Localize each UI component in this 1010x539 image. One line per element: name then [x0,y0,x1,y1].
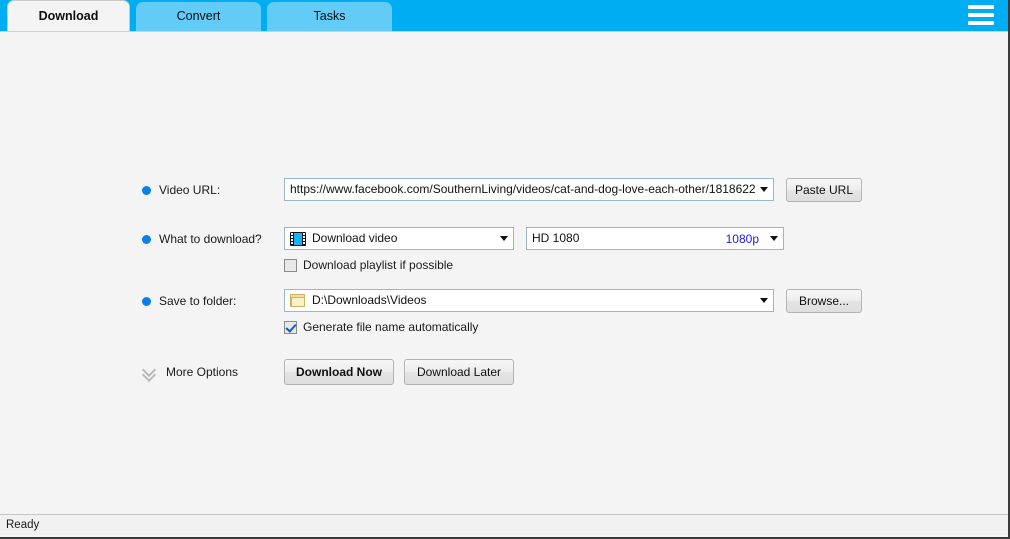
chevron-down-icon [770,236,778,241]
video-url-label-cell: Video URL: [142,178,284,202]
tab-convert-label: Convert [177,9,221,23]
quality-badge: 1080p [726,232,759,246]
paste-url-button[interactable]: Paste URL [786,178,862,202]
save-to-folder-dropdown-arrow[interactable] [755,290,773,311]
chevron-down-icon [500,236,508,241]
download-kind-dropdown-arrow[interactable] [495,228,513,249]
save-to-folder-label: Save to folder: [159,294,236,308]
download-playlist-checkbox[interactable] [284,259,297,272]
more-options-toggle[interactable]: More Options [142,359,284,385]
video-url-label: Video URL: [159,183,220,197]
more-options-label: More Options [166,365,238,379]
hamburger-bar-2 [968,13,994,17]
application-window: Download Convert Tasks Video URL: https:… [0,0,1010,539]
tab-download-label: Download [39,9,99,23]
hamburger-menu-icon[interactable] [968,5,994,25]
download-form: Video URL: https://www.facebook.com/Sout… [142,178,862,385]
video-url-row: Video URL: https://www.facebook.com/Sout… [142,178,862,202]
status-bar: Ready [0,514,1008,535]
bullet-icon [142,297,151,306]
chevron-down-icon [760,187,768,192]
download-playlist-checkbox-row[interactable]: Download playlist if possible [284,255,862,275]
download-playlist-label: Download playlist if possible [303,258,453,272]
download-kind-select[interactable]: Download video [284,227,514,250]
hamburger-bar-1 [968,5,994,9]
download-later-button[interactable]: Download Later [404,359,514,385]
tab-tasks-label: Tasks [314,9,346,23]
actions-row: More Options Download Now Download Later [142,359,862,385]
video-url-dropdown-arrow[interactable] [755,179,773,200]
download-panel: Video URL: https://www.facebook.com/Sout… [0,31,1008,516]
browse-button[interactable]: Browse... [786,289,862,313]
folder-icon [290,294,306,307]
hamburger-bar-3 [968,21,994,25]
what-to-download-row: What to download? [142,227,862,251]
tab-bar: Download Convert Tasks [0,0,1008,31]
quality-dropdown-arrow[interactable] [765,228,783,249]
save-to-folder-label-cell: Save to folder: [142,289,284,313]
generate-file-name-checkbox-row[interactable]: Generate file name automatically [284,317,862,337]
what-to-download-label-cell: What to download? [142,227,284,251]
film-strip-icon [290,232,306,246]
download-kind-value: Download video [312,228,495,249]
quality-value: HD 1080 [532,228,726,249]
action-buttons: Download Now Download Later [284,359,514,385]
tab-convert[interactable]: Convert [136,2,261,31]
bullet-icon [142,186,151,195]
generate-file-name-checkbox[interactable] [284,321,297,334]
double-chevron-down-icon [142,364,158,380]
status-text: Ready [6,519,39,531]
download-now-button[interactable]: Download Now [284,359,394,385]
save-to-folder-value: D:\Downloads\Videos [312,290,755,311]
video-url-input[interactable]: https://www.facebook.com/SouthernLiving/… [284,178,774,201]
bullet-icon [142,235,151,244]
generate-file-name-label: Generate file name automatically [303,320,478,334]
tab-tasks[interactable]: Tasks [267,2,392,31]
film-reel [294,233,302,245]
chevron-down-icon [760,298,768,303]
save-to-folder-input[interactable]: D:\Downloads\Videos [284,289,774,312]
video-url-value: https://www.facebook.com/SouthernLiving/… [290,179,755,200]
quality-select[interactable]: HD 1080 1080p [526,227,784,250]
save-to-folder-row: Save to folder: D:\Downloads\Videos Brow… [142,289,862,313]
what-to-download-label: What to download? [159,232,262,246]
tab-download[interactable]: Download [7,0,130,31]
